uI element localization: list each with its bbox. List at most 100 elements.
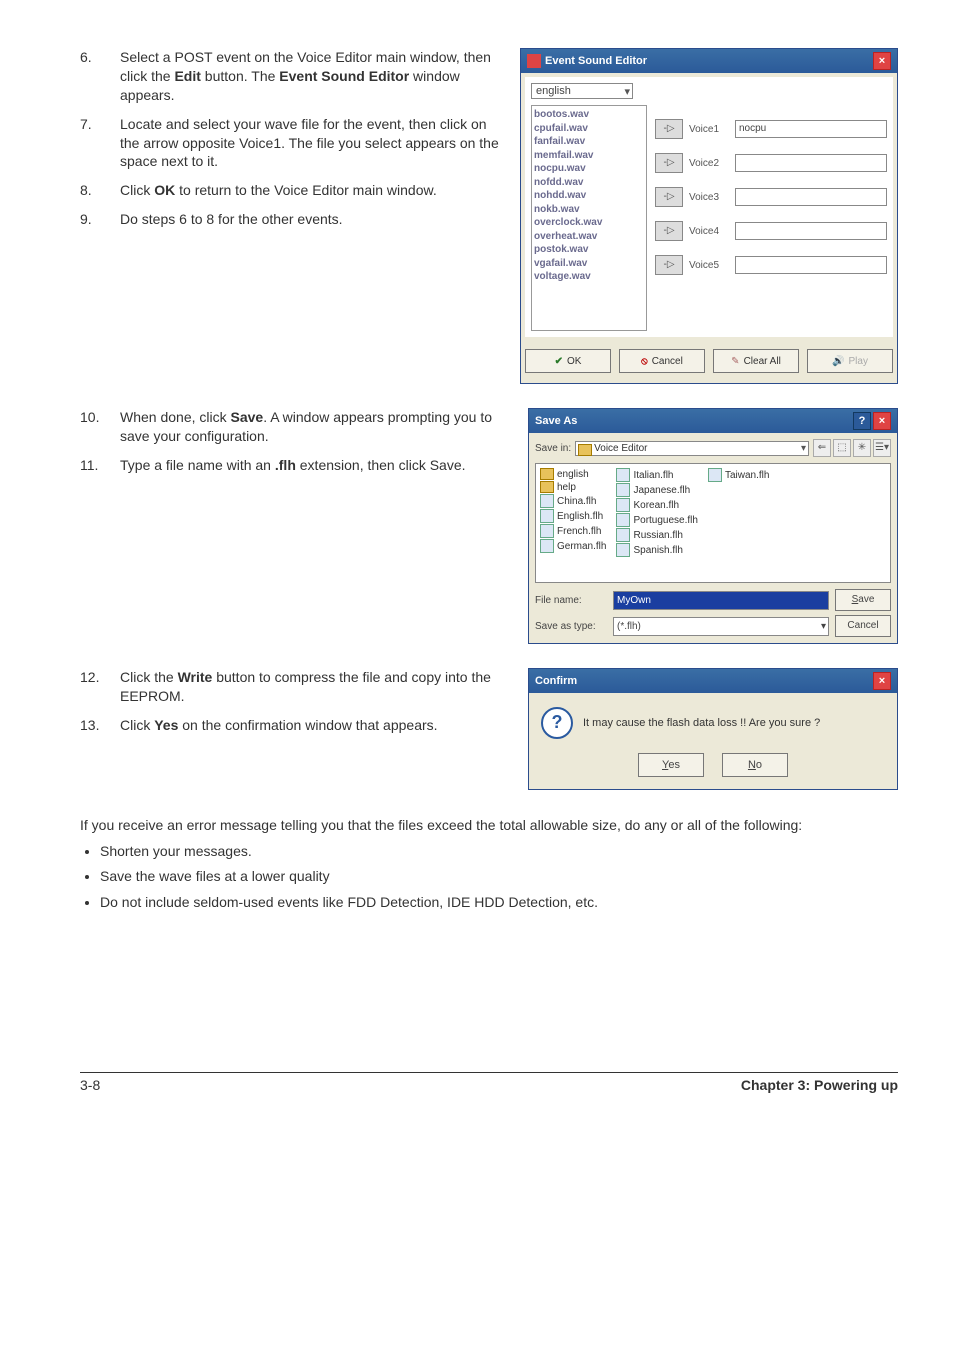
assign-arrow-icon[interactable]: -▷ [655,255,683,275]
dialog-titlebar[interactable]: Event Sound Editor × [521,49,897,73]
step-12: 12. Click the Write button to compress t… [80,668,516,706]
assign-arrow-icon[interactable]: -▷ [655,119,683,139]
file-icon [540,509,554,523]
filename-label: File name: [535,595,607,606]
savetype-combo[interactable]: (*.flh)▾ [613,617,829,636]
voice2-field[interactable] [735,154,887,172]
chapter-title: Chapter 3: Powering up [741,1077,898,1093]
voice3-field[interactable] [735,188,887,206]
step-8: 8. Click OK to return to the Voice Edito… [80,181,508,200]
play-button[interactable]: 🔊Play [807,349,893,373]
file-icon [616,498,630,512]
voice-row-2: -▷ Voice2 [655,153,887,173]
file-icon [616,513,630,527]
wav-file-list[interactable]: bootos.wav cpufail.wav fanfail.wav memfa… [531,105,647,331]
file-item[interactable]: English.flh [540,509,606,523]
broom-icon: ✎ [731,356,739,367]
file-icon [616,528,630,542]
file-item[interactable]: Portuguese.flh [616,513,698,527]
help-icon[interactable]: ? [853,412,871,430]
step-13: 13. Click Yes on the confirmation window… [80,716,516,735]
voice-row-4: -▷ Voice4 [655,221,887,241]
file-icon [540,494,554,508]
dialog-title: Confirm [535,675,577,687]
file-item[interactable]: French.flh [540,524,606,538]
voice-row-5: -▷ Voice5 [655,255,887,275]
file-list-pane[interactable]: english help China.flh English.flh Frenc… [535,463,891,583]
save-button[interactable]: Save [835,589,891,611]
event-sound-editor-dialog: Event Sound Editor × english bootos.wav … [520,48,898,384]
step-9: 9. Do steps 6 to 8 for the other events. [80,210,508,229]
assign-arrow-icon[interactable]: -▷ [655,153,683,173]
steps-list-b: 10. When done, click Save. A window appe… [80,408,516,475]
cancel-button[interactable]: Cancel [835,615,891,637]
voice5-field[interactable] [735,256,887,274]
folder-icon [540,468,554,480]
no-button[interactable]: No [722,753,788,777]
savetype-label: Save as type: [535,621,607,632]
check-icon: ✔ [555,356,563,367]
voice-row-3: -▷ Voice3 [655,187,887,207]
bullet-item: Save the wave files at a lower quality [100,867,898,887]
file-item[interactable]: Korean.flh [616,498,698,512]
save-in-label: Save in: [535,443,571,454]
confirm-dialog: Confirm × ? It may cause the flash data … [528,668,898,790]
file-item[interactable]: Italian.flh [616,468,698,482]
file-icon [616,468,630,482]
confirm-message: It may cause the flash data loss !! Are … [583,717,820,729]
file-icon [616,543,630,557]
dialog-titlebar[interactable]: Confirm × [529,669,897,693]
page-footer: 3-8 Chapter 3: Powering up [80,1072,898,1093]
steps-list-c: 12. Click the Write button to compress t… [80,668,516,735]
step-11: 11. Type a file name with an .flh extens… [80,456,516,475]
speaker-icon: 🔊 [832,356,844,367]
voice1-field[interactable]: nocpu [735,120,887,138]
close-icon[interactable]: × [873,52,891,70]
assign-arrow-icon[interactable]: -▷ [655,221,683,241]
close-icon[interactable]: × [873,412,891,430]
app-icon [527,54,541,68]
cancel-button[interactable]: ⦸Cancel [619,349,705,373]
folder-icon [540,481,554,493]
clear-all-button[interactable]: ✎Clear All [713,349,799,373]
folder-item[interactable]: help [540,481,606,493]
dialog-title: Save As [535,415,577,427]
file-item[interactable]: Spanish.flh [616,543,698,557]
newfolder-icon[interactable]: ✳ [853,439,871,457]
file-icon [616,483,630,497]
filename-input[interactable]: MyOwn [613,591,829,610]
cancel-icon: ⦸ [641,356,648,367]
steps-list-a: 6. Select a POST event on the Voice Edit… [80,48,508,229]
back-icon[interactable]: ⇐ [813,439,831,457]
bullet-list: Shorten your messages. Save the wave fil… [100,842,898,913]
views-icon[interactable]: ☰▾ [873,439,891,457]
question-icon: ? [541,707,573,739]
voice4-field[interactable] [735,222,887,240]
close-icon[interactable]: × [873,672,891,690]
file-item[interactable]: Taiwan.flh [708,468,769,482]
bullet-item: Do not include seldom-used events like F… [100,893,898,913]
file-item[interactable]: China.flh [540,494,606,508]
page-number: 3-8 [80,1077,100,1093]
dialog-title: Event Sound Editor [545,55,647,67]
yes-button[interactable]: Yes [638,753,704,777]
language-select[interactable]: english [531,83,633,99]
file-item[interactable]: Japanese.flh [616,483,698,497]
step-7: 7. Locate and select your wave file for … [80,115,508,172]
voice-row-1: -▷ Voice1 nocpu [655,119,887,139]
file-icon [540,539,554,553]
file-icon [708,468,722,482]
step-10: 10. When done, click Save. A window appe… [80,408,516,446]
file-item[interactable]: German.flh [540,539,606,553]
file-item[interactable]: Russian.flh [616,528,698,542]
assign-arrow-icon[interactable]: -▷ [655,187,683,207]
up-icon[interactable]: ⬚ [833,439,851,457]
ok-button[interactable]: ✔OK [525,349,611,373]
step-6: 6. Select a POST event on the Voice Edit… [80,48,508,105]
dialog-titlebar[interactable]: Save As ? × [529,409,897,433]
save-in-combo[interactable]: Voice Editor [575,441,809,456]
save-as-dialog: Save As ? × Save in: Voice Editor ⇐ ⬚ ✳ … [528,408,898,644]
bullet-item: Shorten your messages. [100,842,898,862]
error-paragraph: If you receive an error message telling … [80,816,898,836]
folder-item[interactable]: english [540,468,606,480]
